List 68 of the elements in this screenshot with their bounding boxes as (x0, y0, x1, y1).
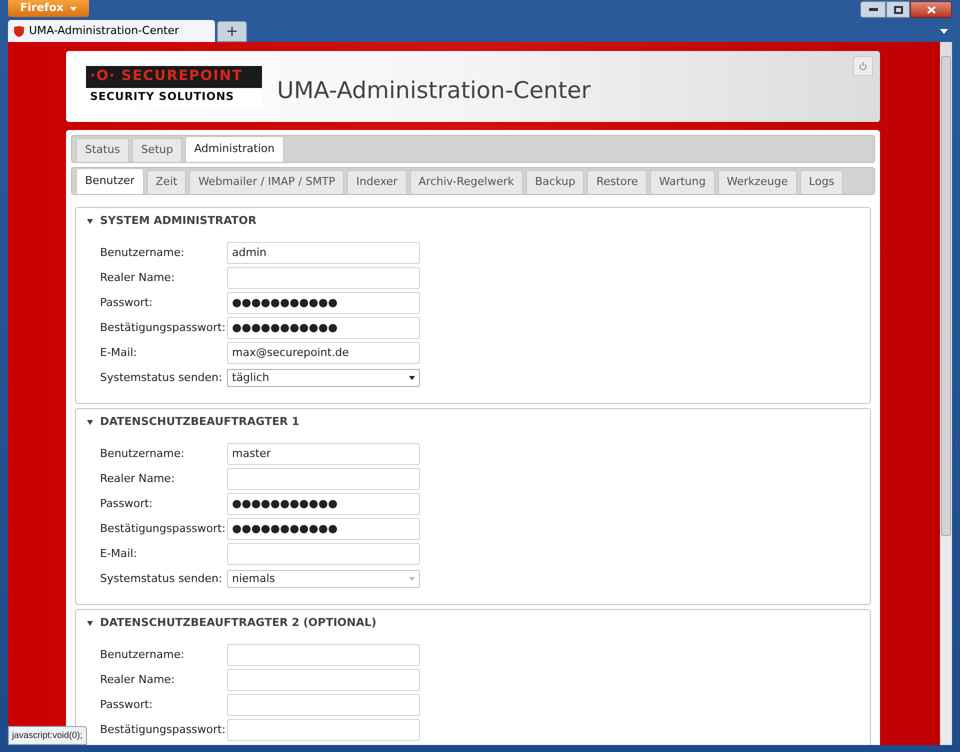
field-label: Systemstatus senden: (100, 370, 224, 386)
tab[interactable]: Benutzer (76, 168, 144, 194)
field-label: Benutzername: (100, 446, 186, 462)
password-field[interactable] (227, 694, 420, 716)
password-field[interactable]: ●●●●●●●●●●● (227, 518, 420, 540)
field-label: Realer Name: (100, 672, 176, 688)
dropdown[interactable]: täglich (227, 369, 420, 387)
password-field[interactable]: ●●●●●●●●●●● (227, 317, 420, 339)
password-field[interactable]: ●●●●●●●●●●● (227, 292, 420, 314)
field-label: Passwort: (100, 294, 154, 311)
tab[interactable]: Backup (526, 170, 584, 194)
field-label: Realer Name: (100, 270, 176, 286)
password-field[interactable]: ●●●●●●●●●●● (227, 493, 420, 515)
field-label: Bestätigungspasswort: (100, 520, 226, 537)
tab[interactable]: Archiv-Regelwerk (410, 170, 523, 194)
caret-icon (409, 376, 415, 380)
collapse-triangle-icon[interactable] (87, 420, 93, 424)
section-title[interactable]: SYSTEM ADMINISTRATOR (100, 212, 256, 230)
input-field[interactable]: max@securepoint.de (227, 342, 420, 364)
browser-tab[interactable]: UMA-Administration-Center (8, 20, 215, 42)
field-label: Passwort: (100, 696, 154, 713)
section-title[interactable]: DATENSCHUTZBEAUFTRAGTER 2 (OPTIONAL) (100, 614, 376, 632)
field-label: Bestätigungspasswort: (100, 722, 226, 738)
password-field[interactable] (227, 719, 420, 741)
input-field[interactable] (227, 669, 420, 691)
status-link-text: javascript:void(0); (8, 726, 87, 745)
new-tab-button[interactable]: + (217, 21, 247, 42)
close-button[interactable] (910, 1, 952, 18)
tab[interactable]: Werkzeuge (718, 170, 797, 194)
field-label: Realer Name: (100, 470, 176, 487)
field-label: Passwort: (100, 496, 154, 512)
tab[interactable]: Webmailer / IMAP / SMTP (189, 170, 344, 194)
tab-list-icon[interactable] (940, 29, 948, 34)
input-field[interactable] (227, 543, 420, 565)
tab[interactable]: Status (76, 138, 130, 162)
close-icon (926, 6, 936, 14)
shield-icon (14, 26, 24, 36)
collapse-triangle-icon[interactable] (87, 620, 93, 626)
minimize-button[interactable] (860, 1, 886, 18)
tab[interactable]: Logs (800, 170, 844, 194)
power-button[interactable] (853, 56, 873, 76)
section-title[interactable]: DATENSCHUTZBEAUFTRAGTER 1 (100, 414, 300, 430)
field-label: Benutzername: (100, 646, 186, 663)
tab[interactable]: Wartung (650, 170, 715, 194)
field-label: Systemstatus senden: (100, 570, 224, 587)
power-icon (859, 62, 867, 70)
tab[interactable]: Indexer (347, 170, 407, 194)
logo-wordmark: ·O· SECUREPOINT (86, 66, 262, 88)
collapse-triangle-icon[interactable] (87, 218, 93, 224)
caret-icon (70, 6, 77, 10)
input-field[interactable] (227, 644, 420, 666)
maximize-button[interactable] (886, 1, 910, 18)
input-field[interactable] (227, 468, 420, 490)
input-field[interactable]: master (227, 443, 420, 465)
tab[interactable]: Restore (587, 170, 648, 194)
field-label: Bestätigungspasswort: (100, 320, 226, 336)
tab[interactable]: Zeit (146, 170, 186, 194)
field-label: E-Mail: (100, 546, 138, 562)
caret-icon (409, 577, 415, 581)
input-field[interactable] (227, 267, 420, 289)
logo-tagline: SECURITY SOLUTIONS (86, 88, 262, 108)
input-field[interactable]: admin (227, 242, 420, 264)
app-title: UMA-Administration-Center (277, 77, 591, 106)
field-label: E-Mail: (100, 344, 138, 361)
field-label: Benutzername: (100, 244, 186, 261)
tab[interactable]: Administration (185, 136, 284, 162)
scrollbar[interactable] (940, 42, 952, 745)
tab[interactable]: Setup (132, 138, 182, 162)
